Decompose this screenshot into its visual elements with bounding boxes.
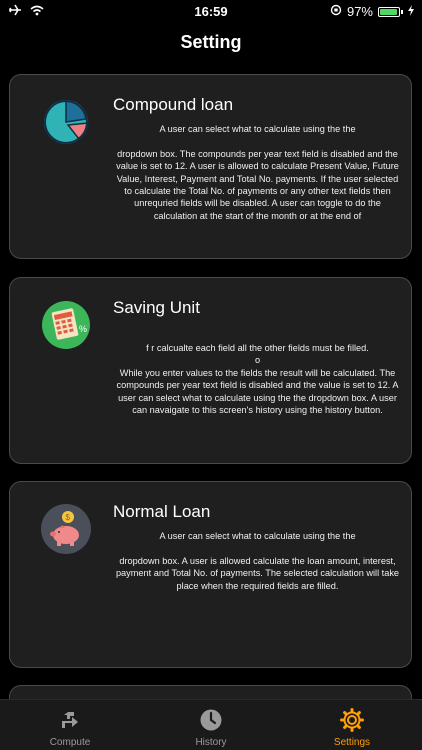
status-bar: 16:59 97% <box>0 0 422 24</box>
battery-icon <box>378 6 400 17</box>
card-description: f r calcualte each field all the other f… <box>116 343 399 416</box>
card-saving-unit[interactable]: % Saving Unit f r calcualte each field a… <box>9 277 412 464</box>
page-title: Setting <box>180 32 242 52</box>
compute-icon <box>58 708 82 732</box>
card-title: Normal Loan <box>113 502 211 521</box>
pie-chart-icon <box>41 97 91 147</box>
settings-gear-icon <box>340 708 364 732</box>
card-partial[interactable] <box>9 685 412 700</box>
tab-settings[interactable]: Settings <box>282 700 422 750</box>
tab-history[interactable]: History <box>141 700 281 750</box>
svg-text:%: % <box>79 324 87 334</box>
history-icon <box>199 708 223 732</box>
battery-percent: 97% <box>346 4 373 19</box>
battery-level <box>380 8 398 15</box>
battery-cap <box>401 9 403 14</box>
status-right: 97% <box>330 4 414 19</box>
piggy-bank-icon: $ <box>41 504 91 554</box>
tab-bar: Compute History Settings <box>0 699 422 750</box>
tab-label: History <box>195 737 227 748</box>
card-description: A user can select what to calculate usin… <box>115 531 400 591</box>
settings-list[interactable]: Compound loan A user can select what to … <box>0 64 422 700</box>
card-compound-loan[interactable]: Compound loan A user can select what to … <box>9 74 412 259</box>
tab-label: Compute <box>49 737 91 748</box>
charging-icon <box>408 4 414 19</box>
svg-text:$: $ <box>66 513 71 522</box>
tab-label: Settings <box>333 737 371 748</box>
card-normal-loan[interactable]: $ Normal Loan A user can select what to … <box>9 481 412 668</box>
calculator-icon: % <box>41 300 91 350</box>
tab-compute[interactable]: Compute <box>0 700 140 750</box>
card-title: Saving Unit <box>113 298 200 317</box>
card-title: Compound loan <box>113 95 234 114</box>
card-description: A user can select what to calculate usin… <box>116 124 399 221</box>
orientation-lock-icon <box>330 4 342 19</box>
